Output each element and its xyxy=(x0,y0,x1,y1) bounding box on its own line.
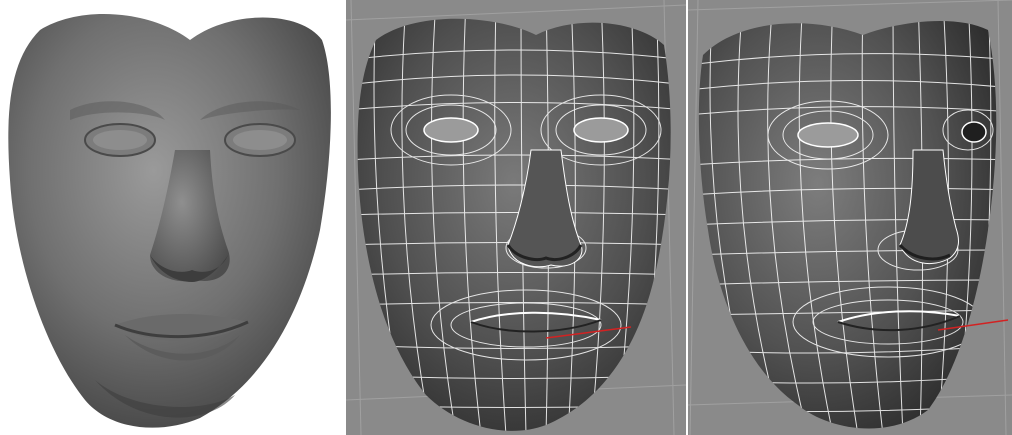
mask-silhouette xyxy=(357,18,671,431)
face-mesh-image xyxy=(0,0,1012,435)
left-eye-hole xyxy=(423,117,479,143)
smooth-shaded-face-panel xyxy=(0,0,342,435)
right-eye-hole xyxy=(573,117,629,143)
wireframe-front-panel xyxy=(346,0,686,435)
wireframe-front-render xyxy=(346,0,686,435)
left-eye-hole xyxy=(797,122,859,148)
wireframe-three-quarter-render xyxy=(688,0,1012,435)
right-eye-hole xyxy=(961,121,987,143)
wireframe-three-quarter-panel xyxy=(688,0,1012,435)
smooth-face-render xyxy=(8,13,331,428)
